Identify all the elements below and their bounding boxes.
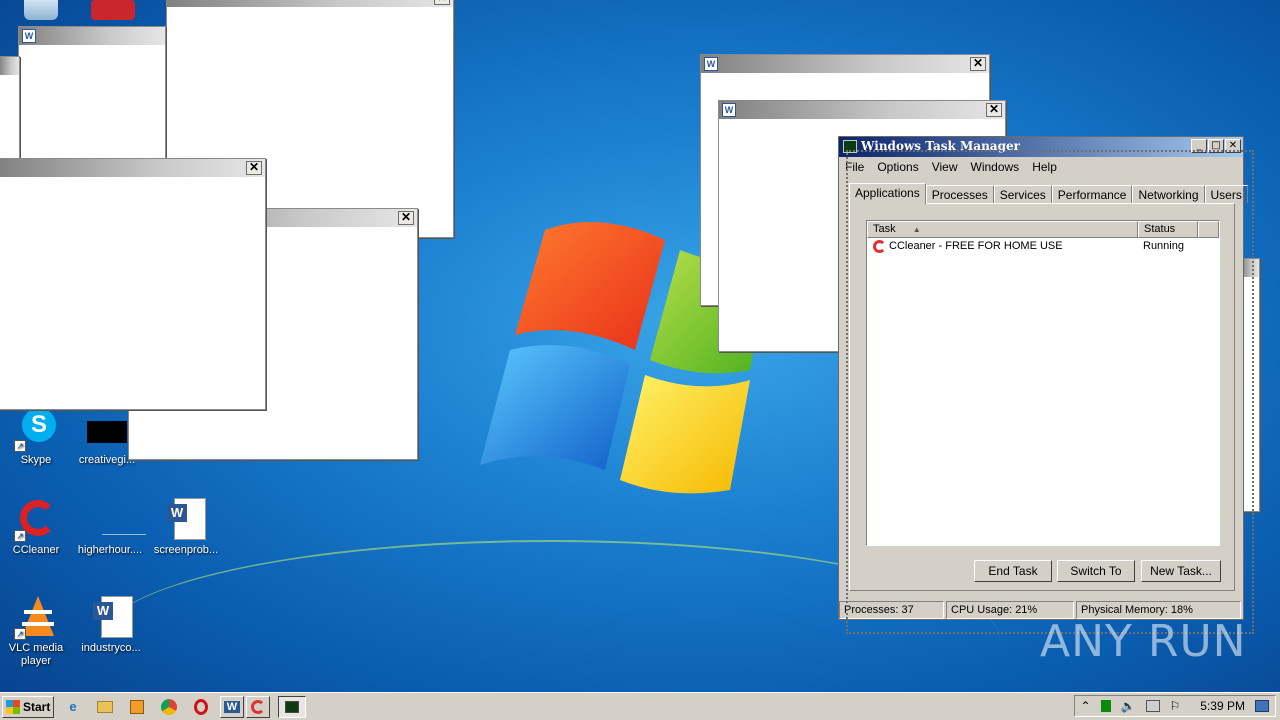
chrome-icon[interactable] — [158, 696, 180, 718]
blank-window[interactable]: ✕ — [0, 158, 266, 410]
word-doc-icon: W — [89, 596, 133, 640]
blank-window[interactable]: W — [18, 26, 166, 176]
recycle-bin-icon — [24, 0, 58, 20]
black-image-icon — [85, 408, 129, 452]
show-hidden-icons-icon[interactable]: ⌃ — [1081, 699, 1091, 713]
tab-applications[interactable]: Applications — [849, 183, 926, 204]
close-icon[interactable]: ✕ — [246, 161, 262, 175]
shortcut-arrow-icon: ↗ — [14, 530, 26, 542]
internet-explorer-icon[interactable]: e — [62, 696, 84, 718]
tab-strip: Applications Processes Services Performa… — [849, 183, 1248, 204]
taskbar-ccleaner-button[interactable] — [246, 695, 270, 718]
window-titlebar[interactable]: W ✕ — [701, 55, 989, 73]
end-task-button[interactable]: End Task — [974, 560, 1052, 582]
taskbar-task-manager-button[interactable] — [278, 695, 306, 718]
task-list[interactable]: Task ▲ Status CCleaner - FREE FOR HOME U… — [866, 220, 1220, 546]
task-name: CCleaner - FREE FOR HOME USE — [889, 240, 1063, 252]
clock[interactable]: 5:39 PM — [1200, 699, 1245, 713]
blank-window[interactable] — [0, 56, 20, 166]
desktop-icon-recycle-bin[interactable] — [6, 0, 76, 22]
close-icon[interactable]: ✕ — [986, 103, 1002, 117]
new-task-button[interactable]: New Task... — [1141, 560, 1221, 582]
start-button[interactable]: Start — [2, 695, 54, 718]
desktop: S ↗ Skype creativegi... ↗ CCleaner highe… — [0, 0, 1280, 692]
tab-services[interactable]: Services — [993, 185, 1052, 203]
desktop-icon-app[interactable] — [78, 0, 148, 22]
shortcut-arrow-icon: ↗ — [14, 440, 26, 452]
column-header-spacer — [1198, 221, 1219, 238]
menu-bar: File Options View Windows Help — [839, 157, 1243, 177]
applications-panel: Task ▲ Status CCleaner - FREE FOR HOME U… — [849, 203, 1235, 591]
windows-flag-icon — [6, 699, 20, 714]
column-header-task[interactable]: Task ▲ — [867, 221, 1138, 238]
blank-file-icon — [88, 498, 146, 542]
task-manager-window[interactable]: Windows Task Manager _ □ ✕ File Options … — [838, 136, 1248, 620]
ccleaner-icon — [873, 240, 886, 253]
table-row[interactable]: CCleaner - FREE FOR HOME USE Running — [867, 238, 1219, 255]
window-title: Windows Task Manager — [861, 139, 1020, 153]
tab-users[interactable]: Users — [1204, 185, 1248, 203]
list-header: Task ▲ Status — [867, 221, 1219, 238]
network-icon[interactable] — [1145, 700, 1160, 712]
network-status-icon[interactable] — [1100, 700, 1111, 712]
maximize-button[interactable]: □ — [1208, 139, 1224, 153]
tab-networking[interactable]: Networking — [1132, 185, 1205, 203]
word-doc-icon: W — [164, 498, 208, 542]
desktop-icon-vlc[interactable]: ↗ VLC media player — [1, 596, 71, 668]
close-icon[interactable]: ✕ — [434, 0, 450, 5]
window-titlebar[interactable] — [0, 57, 19, 75]
word-doc-icon: W — [722, 103, 736, 117]
tab-processes[interactable]: Processes — [925, 185, 994, 203]
status-processes: Processes: 37 — [839, 601, 944, 619]
app-red-icon — [91, 0, 135, 20]
window-titlebar[interactable]: ✕ — [0, 159, 265, 177]
action-center-flag-icon[interactable]: ⚐ — [1170, 699, 1181, 713]
window-titlebar[interactable]: W ✕ — [719, 101, 1005, 119]
media-player-icon[interactable] — [126, 696, 148, 718]
task-manager-titlebar[interactable]: Windows Task Manager _ □ ✕ — [839, 137, 1243, 157]
ccleaner-icon: ↗ — [14, 498, 58, 542]
window-titlebar[interactable]: W — [19, 27, 165, 45]
sort-ascending-icon: ▲ — [912, 225, 921, 234]
minimize-button[interactable]: _ — [1191, 139, 1207, 153]
opera-icon[interactable] — [190, 696, 212, 718]
desktop-icon-screenprob[interactable]: W screenprob... — [151, 498, 221, 557]
explorer-folder-icon[interactable] — [94, 696, 116, 718]
volume-icon[interactable]: 🔈 — [1121, 699, 1136, 713]
close-button[interactable]: ✕ — [1225, 139, 1241, 153]
task-status: Running — [1143, 240, 1184, 252]
skype-icon: S ↗ — [14, 408, 58, 452]
menu-file[interactable]: File — [845, 160, 864, 174]
task-manager-icon — [843, 140, 857, 153]
desktop-icon-industryco[interactable]: W industryco... — [76, 596, 146, 655]
close-icon[interactable]: ✕ — [970, 57, 986, 71]
menu-help[interactable]: Help — [1032, 160, 1057, 174]
system-tray: ⌃ 🔈 ⚐ 5:39 PM — [1073, 695, 1276, 717]
switch-to-button[interactable]: Switch To — [1057, 560, 1135, 582]
menu-windows[interactable]: Windows — [971, 160, 1020, 174]
column-header-status[interactable]: Status — [1138, 221, 1198, 238]
tab-performance[interactable]: Performance — [1051, 185, 1133, 203]
taskbar: Start e W ⌃ 🔈 ⚐ 5:39 PM — [0, 692, 1280, 720]
watermark-text: ANY RUN — [1040, 616, 1247, 667]
word-doc-icon: W — [22, 29, 36, 43]
show-desktop-icon[interactable] — [1255, 700, 1269, 712]
desktop-icon-skype[interactable]: S ↗ Skype — [1, 408, 71, 467]
menu-options[interactable]: Options — [877, 160, 918, 174]
desktop-icon-ccleaner[interactable]: ↗ CCleaner — [1, 498, 71, 557]
menu-view[interactable]: View — [932, 160, 958, 174]
shortcut-arrow-icon: ↗ — [14, 628, 26, 640]
word-doc-icon: W — [704, 57, 718, 71]
close-icon[interactable]: ✕ — [398, 211, 414, 225]
desktop-icon-higherhour[interactable]: higherhour.... — [75, 498, 146, 557]
vlc-icon: ↗ — [14, 596, 58, 640]
taskbar-word-button[interactable]: W — [220, 695, 244, 718]
window-titlebar[interactable]: ✕ — [167, 0, 453, 7]
